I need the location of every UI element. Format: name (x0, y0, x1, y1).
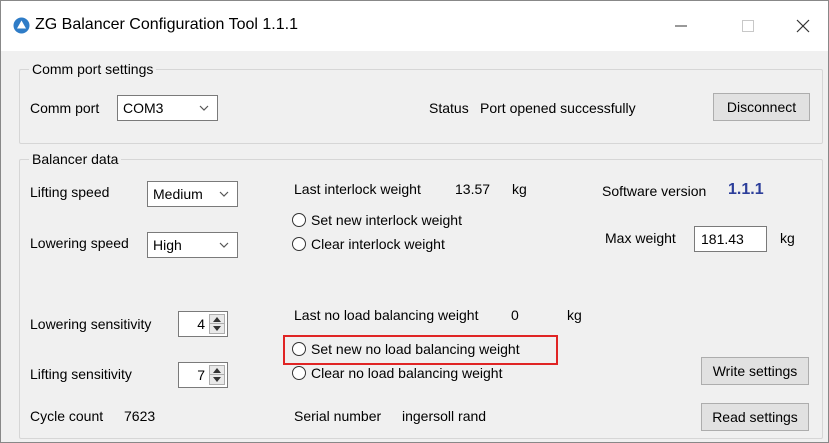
app-logo-icon (13, 17, 30, 34)
clear-interlock-label: Clear interlock weight (311, 236, 445, 252)
client-area: Comm port settings Comm port COM3 Status… (1, 51, 828, 442)
stepper-arrows[interactable] (209, 365, 225, 385)
max-weight-unit: kg (780, 230, 795, 246)
software-version-value: 1.1.1 (728, 181, 764, 198)
serial-number-label: Serial number (294, 408, 382, 424)
balancer-data-group: Balancer data Lifting speed Medium Lower… (19, 151, 823, 439)
chevron-down-icon (219, 242, 229, 248)
radio-circle[interactable] (292, 237, 306, 251)
annotation-highlight-box (283, 335, 558, 365)
stepper-up-icon[interactable] (210, 315, 224, 324)
lowering-speed-label: Lowering speed (30, 235, 129, 251)
last-no-load-label: Last no load balancing weight (294, 307, 479, 323)
lifting-speed-value: Medium (153, 186, 203, 202)
status-value: Port opened successfully (480, 100, 636, 116)
clear-no-load-radio[interactable]: Clear no load balancing weight (292, 365, 502, 381)
last-interlock-label: Last interlock weight (294, 181, 421, 197)
app-window: ZG Balancer Configuration Tool 1.1.1 Com… (0, 0, 829, 443)
close-icon (796, 19, 810, 33)
window-title: ZG Balancer Configuration Tool 1.1.1 (35, 16, 298, 33)
clear-interlock-radio[interactable]: Clear interlock weight (292, 236, 445, 252)
lifting-sensitivity-stepper[interactable]: 7 (178, 362, 228, 388)
last-interlock-value: 13.57 (455, 181, 491, 197)
radio-circle[interactable] (292, 213, 306, 227)
write-settings-button[interactable]: Write settings (701, 357, 809, 385)
maximize-button[interactable] (719, 1, 777, 51)
cycle-count-value: 7623 (124, 408, 156, 424)
comm-port-value: COM3 (123, 100, 164, 116)
status-label: Status (429, 100, 469, 116)
stepper-down-icon[interactable] (210, 375, 224, 384)
chevron-down-icon (219, 191, 229, 197)
stepper-arrows[interactable] (209, 314, 225, 334)
clear-no-load-label: Clear no load balancing weight (311, 365, 503, 381)
maximize-icon (742, 20, 754, 32)
lowering-speed-value: High (153, 237, 182, 253)
lowering-sensitivity-stepper[interactable]: 4 (178, 311, 228, 337)
set-interlock-label: Set new interlock weight (311, 212, 462, 228)
max-weight-field[interactable]: 181.43 (694, 226, 767, 252)
lowering-sensitivity-value: 4 (197, 316, 205, 332)
comm-port-select[interactable]: COM3 (117, 95, 218, 121)
read-settings-button[interactable]: Read settings (701, 403, 809, 431)
lifting-speed-label: Lifting speed (30, 184, 110, 200)
balancer-data-group-legend: Balancer data (29, 151, 122, 167)
comm-port-group: Comm port settings Comm port COM3 Status… (19, 61, 823, 144)
max-weight-label: Max weight (605, 230, 676, 246)
software-version-label: Software version (602, 183, 707, 199)
disconnect-button[interactable]: Disconnect (713, 93, 810, 121)
last-interlock-unit: kg (512, 181, 527, 197)
close-button[interactable] (774, 1, 829, 51)
radio-circle[interactable] (292, 366, 306, 380)
stepper-down-icon[interactable] (210, 324, 224, 333)
max-weight-value: 181.43 (701, 231, 744, 247)
last-no-load-value: 0 (511, 307, 519, 323)
cycle-count-label: Cycle count (30, 408, 104, 424)
title-bar[interactable]: ZG Balancer Configuration Tool 1.1.1 (1, 1, 828, 51)
lifting-sensitivity-value: 7 (197, 367, 205, 383)
stepper-up-icon[interactable] (210, 366, 224, 375)
minimize-button[interactable] (652, 1, 710, 51)
comm-port-label: Comm port (30, 100, 100, 116)
lowering-speed-select[interactable]: High (147, 232, 238, 258)
set-interlock-radio[interactable]: Set new interlock weight (292, 212, 462, 228)
last-no-load-unit: kg (567, 307, 582, 323)
lifting-speed-select[interactable]: Medium (147, 181, 238, 207)
serial-number-value: ingersoll rand (402, 408, 487, 424)
comm-port-group-legend: Comm port settings (29, 61, 157, 77)
lowering-sensitivity-label: Lowering sensitivity (30, 316, 152, 332)
lifting-sensitivity-label: Lifting sensitivity (30, 366, 132, 382)
chevron-down-icon (199, 105, 209, 111)
minimize-icon (675, 25, 687, 27)
